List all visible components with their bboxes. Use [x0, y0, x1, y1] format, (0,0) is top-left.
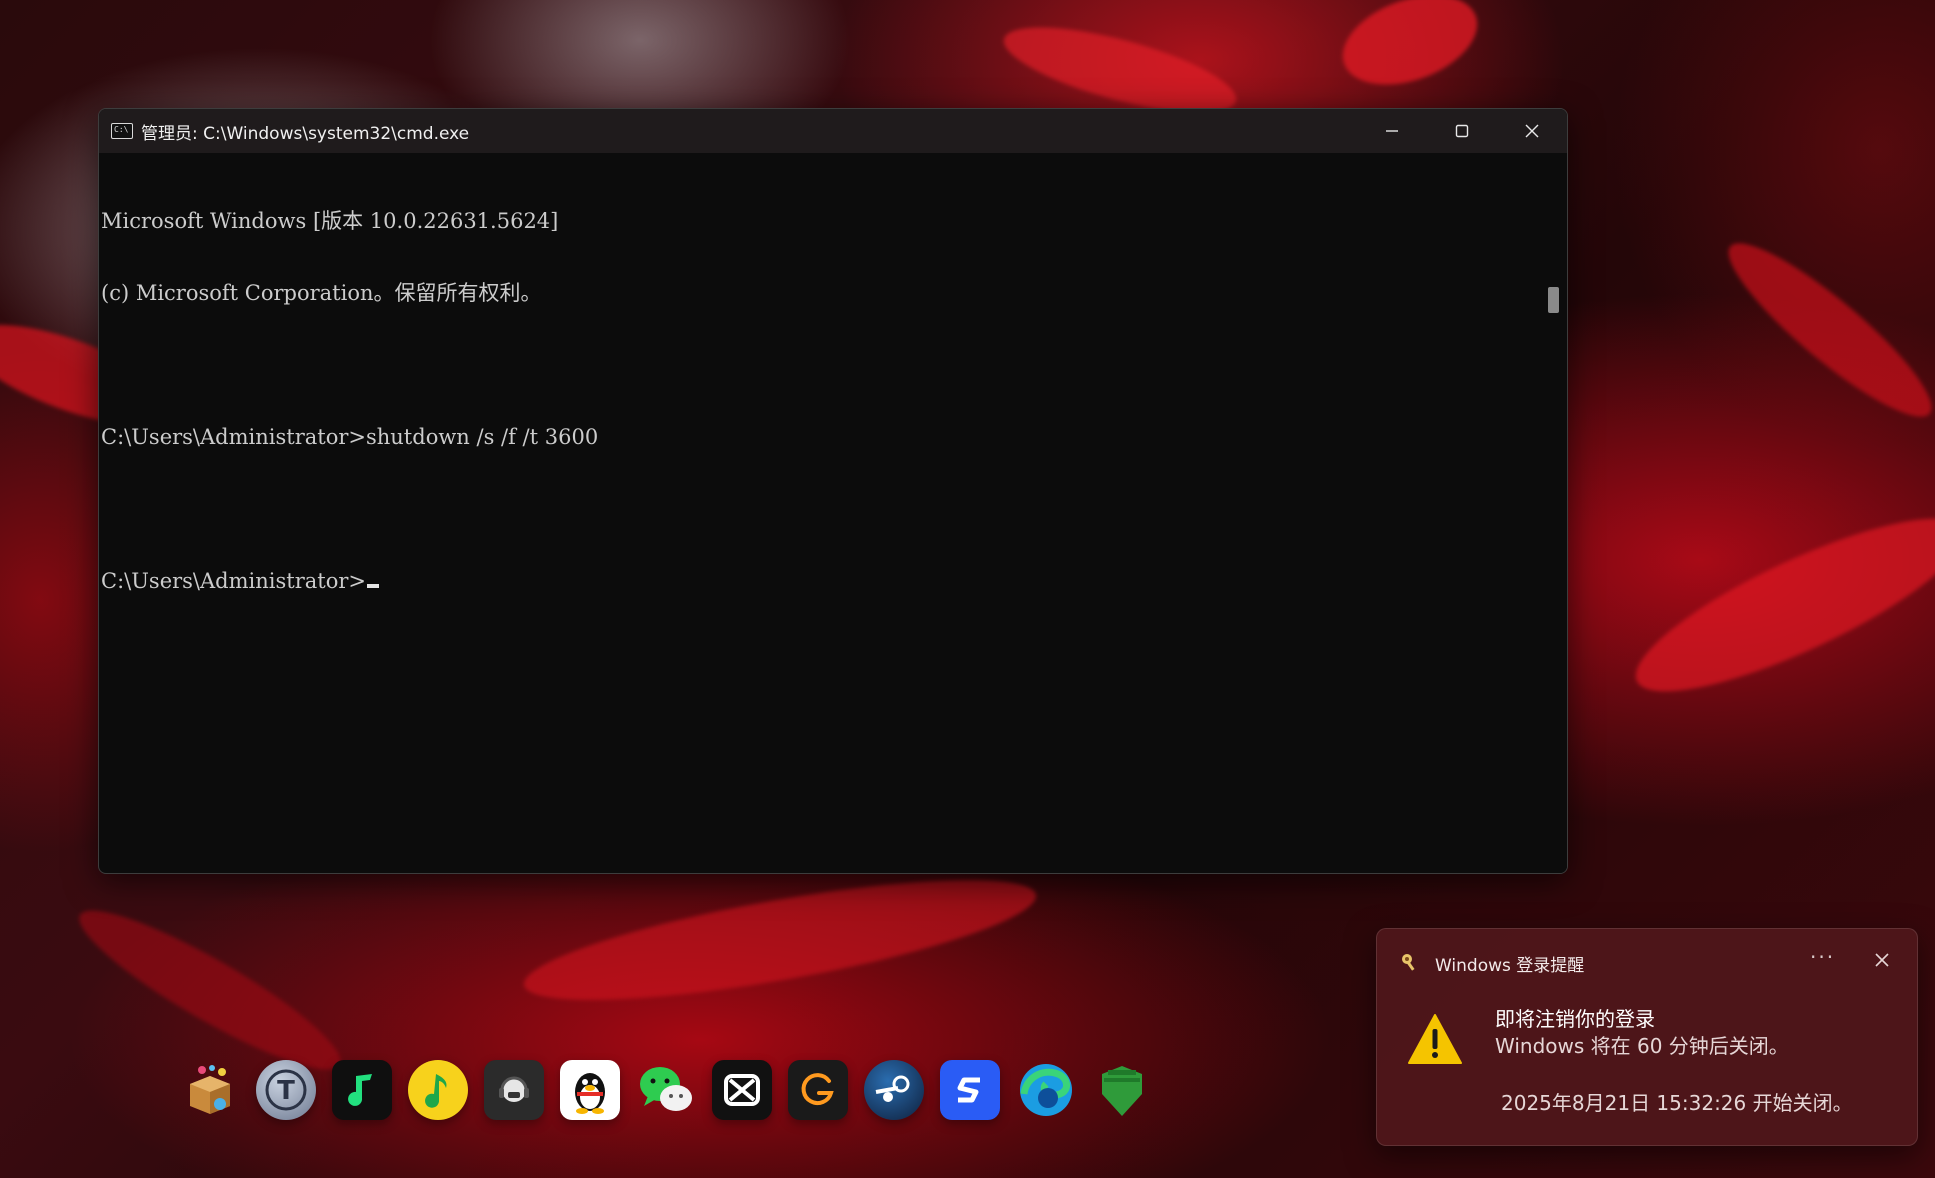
chat-bubble-icon: [640, 1067, 692, 1111]
text-cursor: [366, 584, 379, 588]
dock-app-shield[interactable]: [1092, 1060, 1152, 1120]
edge-icon: [1020, 1064, 1072, 1116]
warning-icon: [1408, 1014, 1462, 1064]
console-line: (c) Microsoft Corporation。保留所有权利。: [101, 281, 542, 305]
dock-app-headset[interactable]: [484, 1060, 544, 1120]
close-icon[interactable]: [1871, 949, 1893, 971]
cmd-titlebar[interactable]: 管理员: C:\Windows\system32\cmd.exe: [99, 109, 1567, 153]
cmd-window[interactable]: 管理员: C:\Windows\system32\cmd.exe Microso…: [98, 108, 1568, 874]
dock-app-t[interactable]: T: [256, 1060, 316, 1120]
key-icon: [1402, 954, 1415, 971]
package-icon: [190, 1065, 230, 1114]
minimize-icon: [1386, 130, 1398, 132]
console-line: C:\Users\Administrator>shutdown /s /f /t…: [101, 425, 599, 449]
maximize-button[interactable]: [1427, 109, 1497, 153]
toast-message: Windows 将在 60 分钟后关闭。: [1495, 1034, 1789, 1058]
minimize-button[interactable]: [1357, 109, 1427, 153]
close-button[interactable]: [1497, 109, 1567, 153]
svg-text:T: T: [277, 1076, 295, 1106]
close-icon: [1525, 124, 1539, 138]
window-controls: [1357, 109, 1567, 153]
cmd-console-output[interactable]: Microsoft Windows [版本 10.0.22631.5624] (…: [99, 153, 1541, 873]
cmd-scrollbar-thumb[interactable]: [1548, 287, 1559, 313]
g-logo-icon: [801, 1073, 834, 1106]
toast-timestamp: 2025年8月21日 15:32:26 开始关闭。: [1501, 1091, 1853, 1115]
dock-app-box[interactable]: [180, 1060, 240, 1120]
console-prompt-line[interactable]: C:\Users\Administrator>: [101, 569, 1541, 593]
console-prompt: C:\Users\Administrator>: [101, 569, 366, 593]
cmd-title: 管理员: C:\Windows\system32\cmd.exe: [141, 123, 470, 144]
maximize-icon: [1455, 124, 1469, 138]
dock-app-g[interactable]: [788, 1060, 848, 1120]
notification-toast[interactable]: Windows 登录提醒 ··· 即将注销你的登录 Windows 将在 60 …: [1376, 928, 1918, 1146]
dock-app-qq[interactable]: [560, 1060, 620, 1120]
cmd-scrollbar[interactable]: [1541, 153, 1567, 873]
dock-app-capcut[interactable]: [712, 1060, 772, 1120]
dock-app-s-blue[interactable]: [940, 1060, 1000, 1120]
s-logo-icon: [957, 1077, 980, 1103]
headset-icon: [499, 1076, 529, 1102]
dock-app-music-green[interactable]: [332, 1060, 392, 1120]
toast-title: 即将注销你的登录: [1495, 1007, 1655, 1031]
shield-icon: [1102, 1066, 1142, 1116]
console-line: Microsoft Windows [版本 10.0.22631.5624]: [101, 209, 559, 233]
dock-app-edge[interactable]: [1016, 1060, 1076, 1120]
t-logo-icon: T: [265, 1069, 307, 1111]
dock-app-steam[interactable]: [864, 1060, 924, 1120]
cmd-app-icon: [111, 123, 133, 139]
capcut-icon: [724, 1074, 760, 1106]
steam-icon: [875, 1075, 910, 1102]
music-note-icon: [348, 1074, 372, 1106]
dock-app-qq-music[interactable]: [408, 1060, 468, 1120]
app-dock: T: [180, 1060, 1152, 1130]
more-options-button[interactable]: ···: [1810, 945, 1835, 969]
penguin-icon: [575, 1073, 605, 1114]
toast-app-name: Windows 登录提醒: [1435, 956, 1585, 976]
music-note-icon: [425, 1074, 447, 1108]
dock-app-wechat[interactable]: [636, 1060, 696, 1120]
